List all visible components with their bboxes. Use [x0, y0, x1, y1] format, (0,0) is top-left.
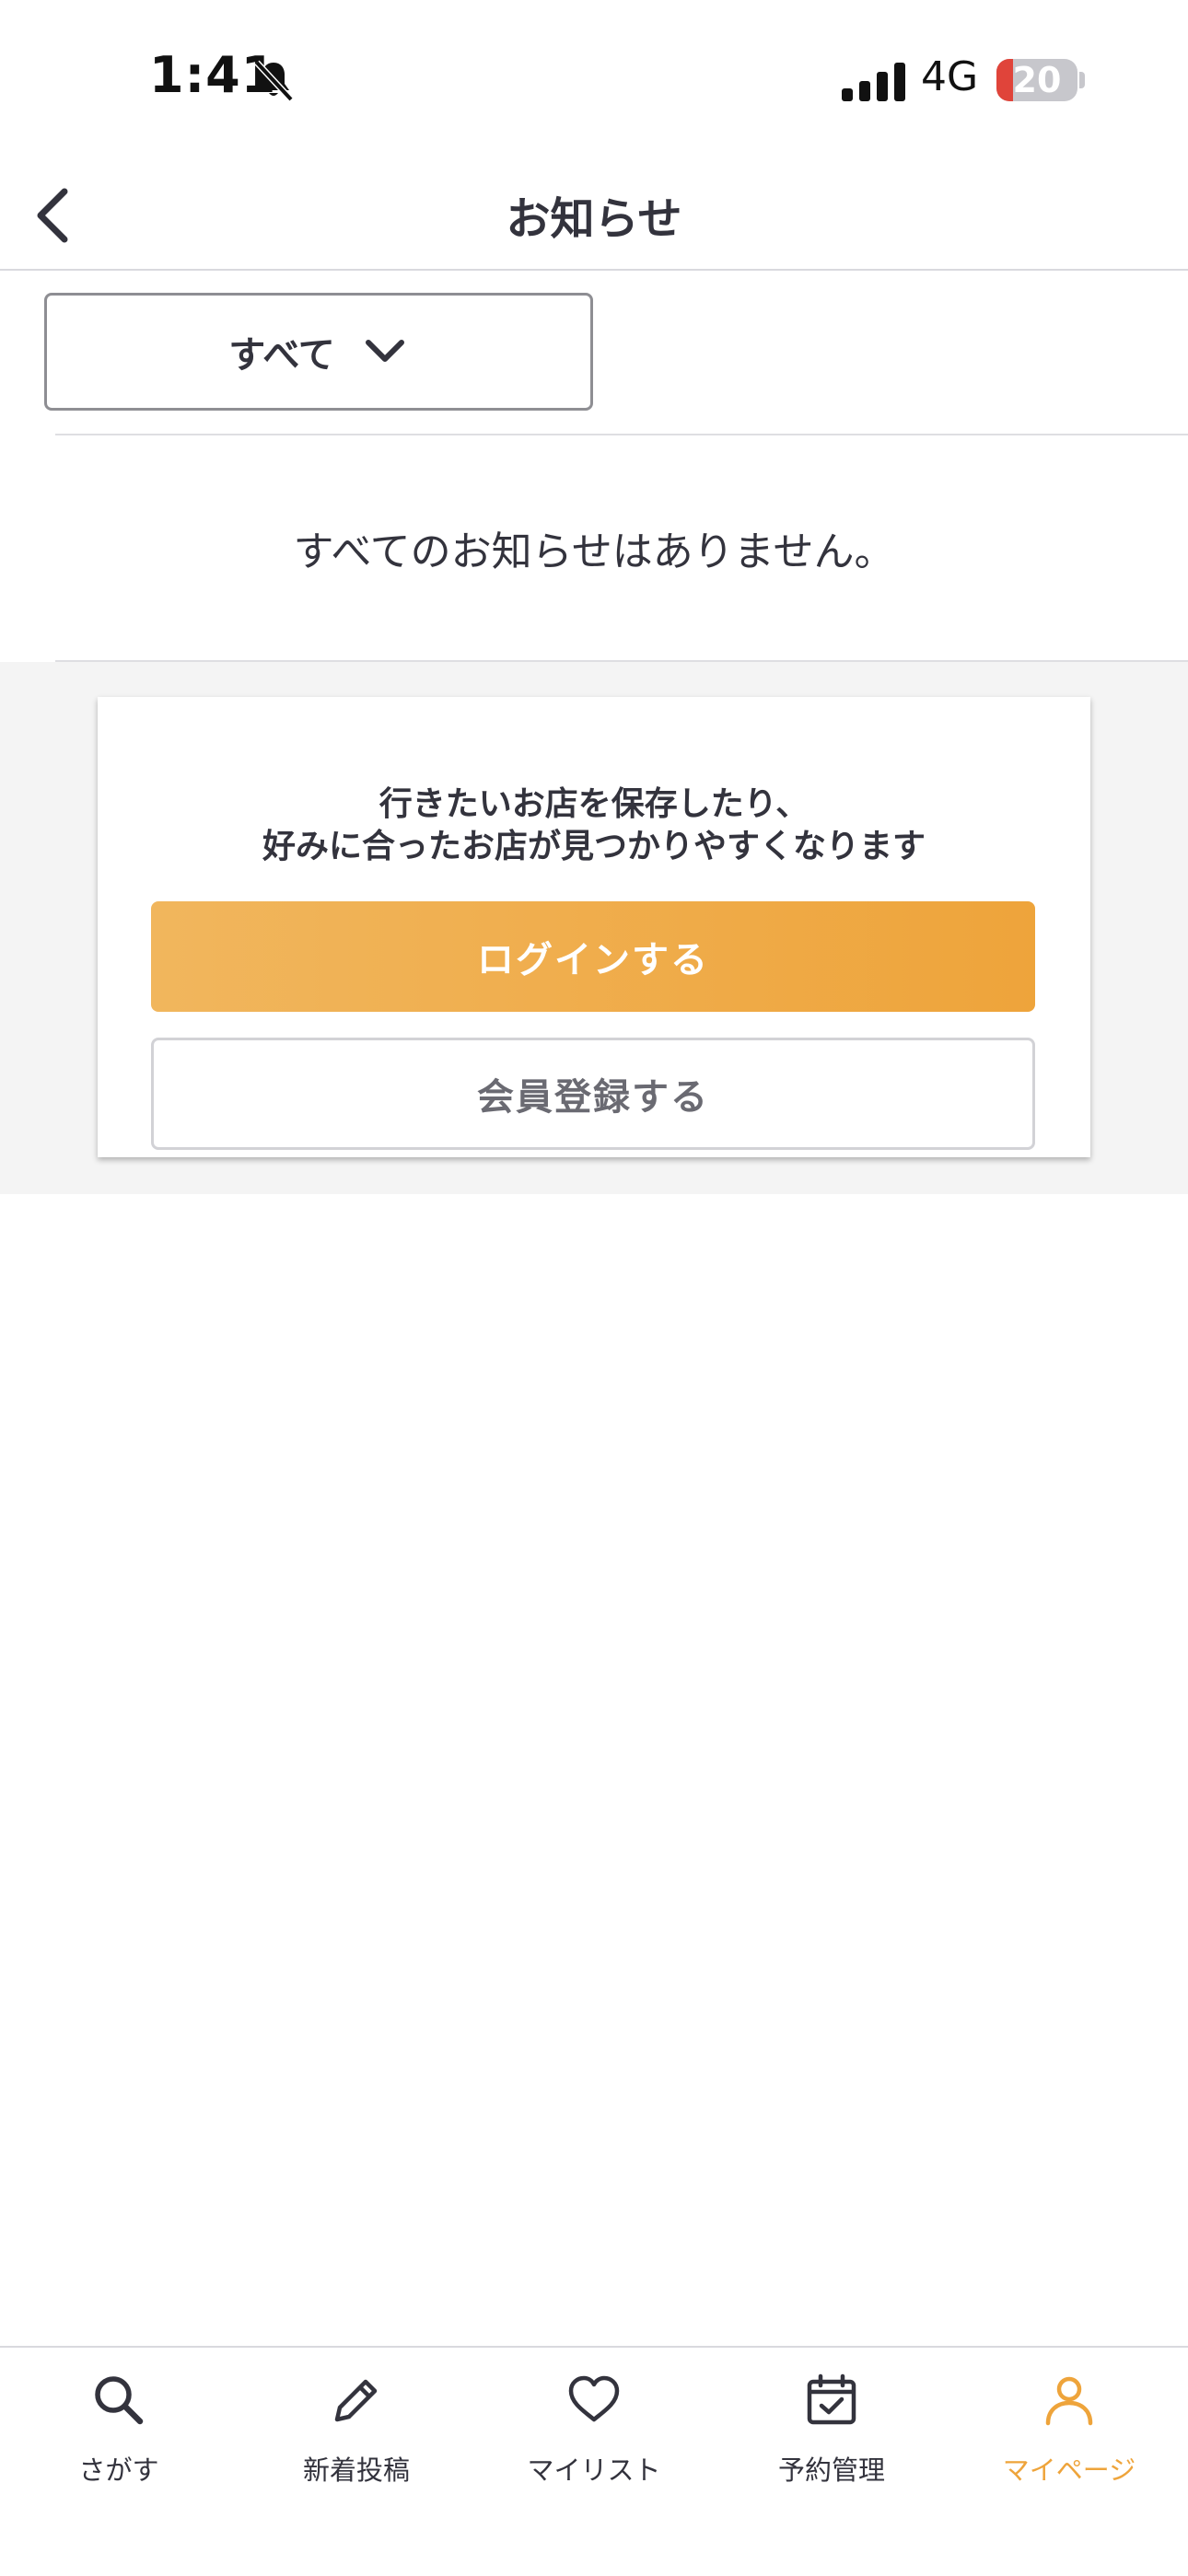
tab-label: 予約管理 — [777, 2454, 885, 2486]
tab-label: マイページ — [1002, 2454, 1136, 2486]
network-label: 4G — [921, 53, 979, 100]
promo-text: 行きたいお店を保存したり、 好みに合ったお店が見つかりやすくなります — [98, 783, 1090, 868]
promo-text-line1: 行きたいお店を保存したり、 — [379, 785, 809, 823]
page-title: お知らせ — [506, 193, 682, 245]
empty-message: すべてのお知らせはありません。 — [293, 528, 895, 575]
register-button[interactable]: 会員登録する — [151, 1038, 1035, 1150]
battery-tip — [1079, 72, 1085, 88]
status-bar: 1:41 4G 20 — [0, 0, 1188, 157]
tab-label: さがす — [78, 2454, 159, 2486]
calendar-check-icon — [807, 2373, 856, 2425]
battery-indicator: 20 — [996, 59, 1077, 101]
heart-icon — [568, 2375, 620, 2422]
person-icon — [1045, 2376, 1093, 2426]
promo-card: 行きたいお店を保存したり、 好みに合ったお店が見つかりやすくなります ログインす… — [98, 697, 1090, 1157]
chevron-down-icon — [365, 340, 404, 362]
promo-text-line2: 好みに合ったお店が見つかりやすくなります — [262, 828, 926, 865]
divider — [55, 434, 1188, 435]
tab-reservations[interactable]: 予約管理 — [713, 2348, 950, 2513]
tab-my-list[interactable]: マイリスト — [475, 2348, 713, 2513]
search-icon — [95, 2376, 144, 2425]
pencil-icon — [334, 2379, 378, 2422]
tab-label: 新着投稿 — [302, 2454, 410, 2486]
home-indicator — [397, 2541, 791, 2552]
filter-label: すべて — [228, 334, 335, 377]
battery-level: 20 — [1012, 60, 1062, 100]
tab-my-page[interactable]: マイページ — [950, 2348, 1188, 2513]
header: お知らせ — [0, 157, 1188, 271]
tab-new-posts[interactable]: 新着投稿 — [238, 2348, 475, 2513]
login-button[interactable]: ログインする — [151, 901, 1035, 1012]
promo-area: 行きたいお店を保存したり、 好みに合ったお店が見つかりやすくなります ログインす… — [0, 662, 1188, 1194]
signal-icon — [842, 63, 905, 101]
filter-dropdown[interactable]: すべて — [44, 293, 593, 411]
tab-label: マイリスト — [527, 2454, 661, 2486]
bell-slash-icon — [254, 60, 294, 102]
tab-search[interactable]: さがす — [0, 2348, 238, 2513]
